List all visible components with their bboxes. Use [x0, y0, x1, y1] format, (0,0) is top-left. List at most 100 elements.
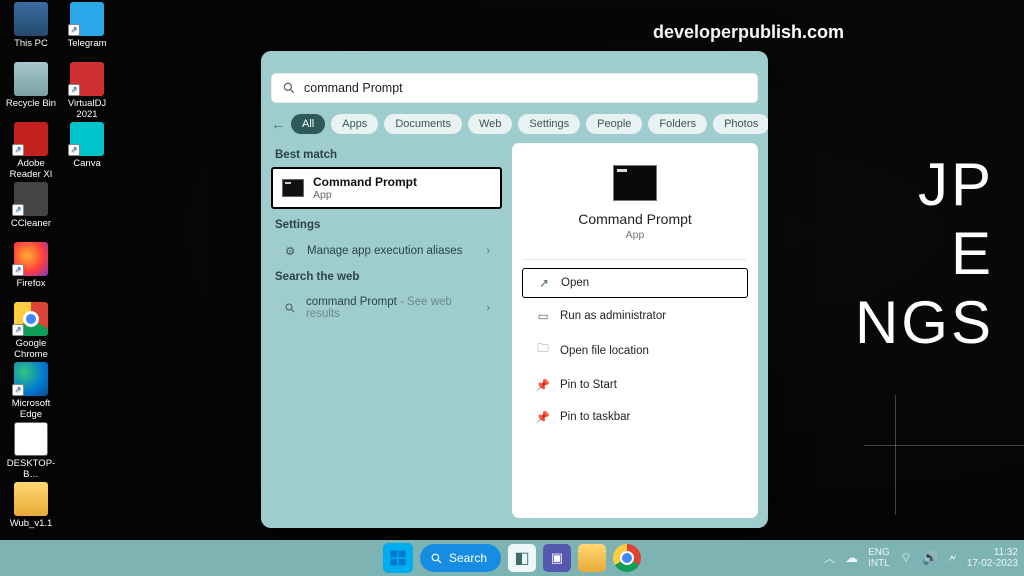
desktop-icon-label: This PC	[4, 39, 58, 50]
action-pin-to-taskbar[interactable]: 📌 Pin to taskbar	[522, 403, 748, 431]
desktop-icon-label: Microsoft Edge	[4, 399, 58, 421]
desktop-icon-label: Telegram	[60, 39, 114, 50]
back-arrow-icon[interactable]: ←	[271, 113, 285, 135]
filter-pill-documents[interactable]: Documents	[384, 114, 462, 134]
desktop-icon-this-pc[interactable]: This PC	[4, 2, 58, 50]
best-match-title: Command Prompt	[313, 175, 417, 189]
action-pin-to-start[interactable]: 📌 Pin to Start	[522, 371, 748, 399]
filter-pill-folders[interactable]: Folders	[648, 114, 707, 134]
search-box[interactable]	[271, 73, 758, 103]
desktop-icon-desktop-bat[interactable]: DESKTOP-B…	[4, 422, 58, 481]
shortcut-arrow-icon: ↗	[12, 324, 24, 336]
preview-app-name: Command Prompt	[512, 211, 758, 227]
background-decor-line	[864, 445, 1024, 446]
language-indicator[interactable]: ENGINTL	[868, 547, 890, 569]
search-icon	[283, 302, 296, 314]
settings-result-item[interactable]: ⚙Manage app execution aliases ›	[271, 237, 502, 265]
system-tray[interactable]: ︿ ☁ ENGINTL ⌔ 🔊 🗲 11:3217-02-2023	[824, 540, 1018, 576]
desktop-icon-virtualdj[interactable]: ↗ VirtualDJ 2021	[60, 62, 114, 121]
preview-app-type: App	[512, 229, 758, 241]
desktop-icon-label: Recycle Bin	[4, 99, 58, 110]
chevron-right-icon: ›	[486, 302, 490, 314]
search-icon	[282, 81, 296, 95]
shortcut-arrow-icon: ↗	[68, 84, 80, 96]
recycle-bin-icon	[14, 62, 48, 96]
desktop-icon-label: Canva	[60, 159, 114, 170]
start-search-panel: ← All Apps Documents Web Settings People Folde…	[261, 51, 768, 528]
battery-icon[interactable]: 🗲	[948, 550, 957, 566]
shortcut-arrow-icon: ↗	[12, 144, 24, 156]
desktop-icon-adobe-reader[interactable]: ↗ Adobe Reader XI	[4, 122, 58, 181]
open-icon: ↗	[537, 276, 551, 290]
desktop-bat-icon	[14, 422, 48, 456]
filter-pill-web[interactable]: Web	[468, 114, 512, 134]
shield-icon: ▭	[536, 309, 550, 323]
desktop-icon-label: VirtualDJ 2021	[60, 99, 114, 121]
wifi-icon[interactable]: ⌔	[900, 550, 912, 566]
desktop: developerpublish.com JP E NGS This PC ↗ Te…	[0, 0, 1024, 576]
results-column: Best match Command Prompt App Settings ⚙…	[271, 143, 502, 518]
filter-pill-people[interactable]: People	[586, 114, 642, 134]
command-prompt-icon	[282, 179, 304, 197]
action-open-file-location[interactable]: 🗀 Open file location	[522, 334, 748, 367]
tray-overflow-icon[interactable]: ︿	[824, 550, 835, 566]
search-input[interactable]	[304, 81, 747, 95]
command-prompt-icon	[613, 165, 657, 201]
settings-icon: ⚙	[283, 244, 297, 258]
brand-watermark: developerpublish.com	[653, 22, 844, 43]
desktop-icon-ccleaner[interactable]: ↗ CCleaner	[4, 182, 58, 230]
action-open[interactable]: ↗ Open	[522, 268, 748, 298]
start-button[interactable]	[383, 543, 413, 573]
teams-chat-button[interactable]: ▣	[543, 544, 571, 572]
desktop-icon-telegram[interactable]: ↗ Telegram	[60, 2, 114, 50]
settings-heading: Settings	[275, 219, 498, 231]
onedrive-icon[interactable]: ☁	[845, 550, 858, 566]
wub-icon	[14, 482, 48, 516]
clock[interactable]: 11:3217-02-2023	[967, 547, 1018, 569]
best-match-subtitle: App	[313, 189, 417, 201]
chevron-right-icon: ›	[486, 245, 490, 257]
file-explorer-button[interactable]	[578, 544, 606, 572]
action-run-as-admin[interactable]: ▭ Run as administrator	[522, 302, 748, 330]
shortcut-arrow-icon: ↗	[12, 384, 24, 396]
desktop-icon-label: Adobe Reader XI	[4, 159, 58, 181]
taskbar-search-button[interactable]: Search	[420, 544, 501, 572]
folder-icon: 🗀	[536, 341, 550, 360]
shortcut-arrow-icon: ↗	[12, 264, 24, 276]
shortcut-arrow-icon: ↗	[68, 24, 80, 36]
desktop-icon-google-chrome[interactable]: ↗ Google Chrome	[4, 302, 58, 361]
search-icon	[430, 552, 443, 565]
desktop-icon-wub[interactable]: Wub_v1.1	[4, 482, 58, 530]
this-pc-icon	[14, 2, 48, 36]
pin-icon: 📌	[536, 410, 550, 424]
task-view-button[interactable]: ◧	[508, 544, 536, 572]
best-match-result[interactable]: Command Prompt App	[271, 167, 502, 209]
filter-pill-all[interactable]: All	[291, 114, 325, 134]
desktop-icon-canva[interactable]: ↗Canva	[60, 122, 114, 170]
desktop-icon-label: Wub_v1.1	[4, 519, 58, 530]
desktop-icon-recycle-bin[interactable]: Recycle Bin	[4, 62, 58, 110]
desktop-icon-label: DESKTOP-B…	[4, 459, 58, 481]
chrome-taskbar-button[interactable]	[613, 544, 641, 572]
preview-column: Command Prompt App ↗ Open ▭ Run as admin…	[512, 143, 758, 518]
background-decor-line	[895, 395, 896, 515]
filter-pill-settings[interactable]: Settings	[518, 114, 580, 134]
pin-icon: 📌	[536, 378, 550, 392]
filter-pill-photos[interactable]: Photos	[713, 114, 768, 134]
web-result-item[interactable]: command Prompt - See web results ›	[271, 289, 502, 327]
filter-pill-apps[interactable]: Apps	[331, 114, 378, 134]
desktop-icon-ms-edge[interactable]: ↗ Microsoft Edge	[4, 362, 58, 421]
shortcut-arrow-icon: ↗	[12, 204, 24, 216]
volume-icon[interactable]: 🔊	[922, 550, 938, 566]
desktop-icon-firefox[interactable]: ↗ Firefox	[4, 242, 58, 290]
desktop-icon-label: Firefox	[4, 279, 58, 290]
windows-icon	[389, 549, 407, 567]
best-match-heading: Best match	[275, 149, 498, 161]
desktop-icon-label: CCleaner	[4, 219, 58, 230]
desktop-icon-label: Google Chrome	[4, 339, 58, 361]
background-decor-text: JP E NGS	[855, 150, 994, 357]
separator	[524, 259, 746, 260]
search-filter-row: ← All Apps Documents Web Settings People Folde…	[271, 111, 758, 137]
search-web-heading: Search the web	[275, 271, 498, 283]
taskbar: Search ◧ ▣ ︿ ☁ ENGINTL ⌔ 🔊 🗲 11:3217-02-…	[0, 540, 1024, 576]
